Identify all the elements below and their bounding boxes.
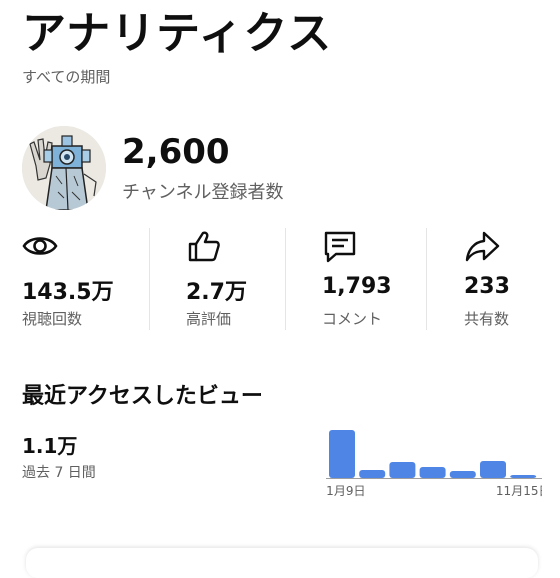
period-label[interactable]: すべての期間 <box>22 66 110 87</box>
channel-avatar[interactable] <box>22 126 106 210</box>
share-icon <box>465 231 500 262</box>
stat-likes[interactable]: 2.7万 高評価 <box>186 226 276 332</box>
stat-value: 2.7万 <box>186 280 247 305</box>
chart-bar <box>329 430 355 478</box>
comment-icon <box>324 231 356 263</box>
eye-icon <box>22 237 58 255</box>
next-card[interactable] <box>26 548 538 578</box>
thumbs-up-icon <box>188 231 220 262</box>
stat-divider <box>426 228 427 330</box>
stat-label: 視聴回数 <box>22 310 83 328</box>
stat-divider <box>149 228 150 330</box>
recent-views-title: 最近アクセスしたビュー <box>22 384 263 409</box>
recent-views-chart[interactable]: 11月9日 11月15日 <box>319 424 550 504</box>
page-title: アナリティクス <box>22 8 333 59</box>
bar-chart: 11月9日 11月15日 <box>319 430 550 498</box>
chart-bar <box>510 475 537 478</box>
chart-bar <box>449 471 476 478</box>
chart-bar <box>419 467 446 478</box>
chart-bar <box>389 462 416 478</box>
recent-views-value: 1.1万 <box>22 434 78 458</box>
chart-tick-label: 11月9日 <box>326 484 365 498</box>
stat-views[interactable]: 143.5万 視聴回数 <box>22 226 142 332</box>
stat-divider <box>285 228 286 330</box>
stat-label: 高評価 <box>186 310 232 328</box>
stat-value: 143.5万 <box>22 280 114 305</box>
stat-comments[interactable]: 1,793 コメント <box>322 226 412 332</box>
recent-views-period: 過去 7 日間 <box>22 465 96 481</box>
stat-label: コメント <box>322 310 383 328</box>
chart-bar <box>359 470 386 478</box>
stat-value: 233 <box>464 274 510 299</box>
chart-bar <box>480 461 506 478</box>
subscriber-count: 2,600 <box>122 132 230 172</box>
stat-shares[interactable]: 233 共有数 <box>464 226 544 332</box>
stat-value: 1,793 <box>322 274 392 299</box>
stat-label: 共有数 <box>464 310 510 328</box>
chart-tick-label: 11月15日 <box>496 484 542 498</box>
subscriber-label: チャンネル登録者数 <box>122 182 284 203</box>
avatar-illustration <box>22 126 106 210</box>
